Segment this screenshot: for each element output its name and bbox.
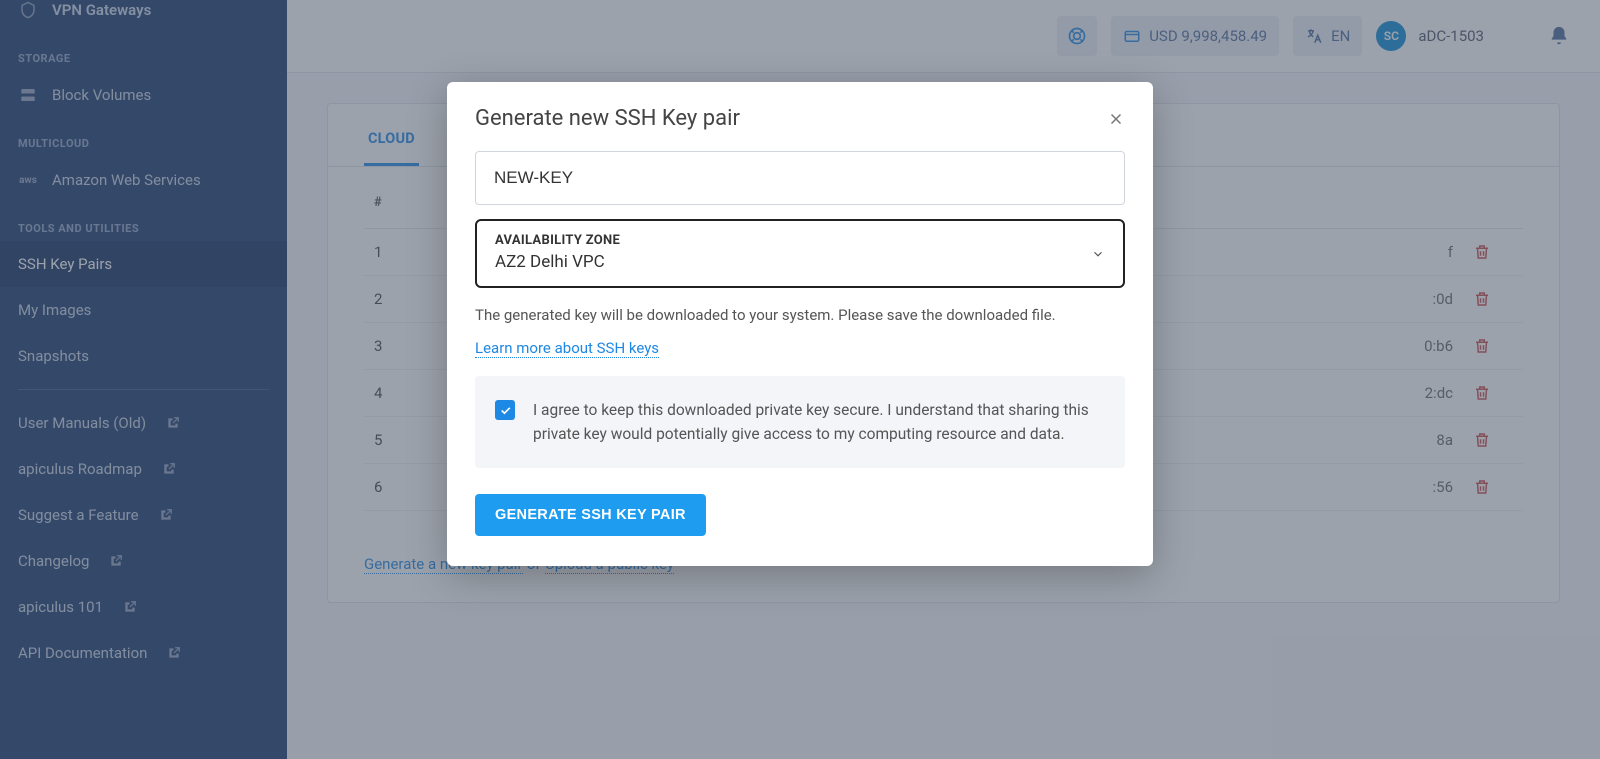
agreement-text: I agree to keep this downloaded private …: [533, 398, 1105, 446]
key-name-input[interactable]: [475, 151, 1125, 205]
generate-ssh-modal: Generate new SSH Key pair AVAILABILITY Z…: [447, 82, 1153, 566]
modal-overlay[interactable]: Generate new SSH Key pair AVAILABILITY Z…: [0, 0, 1600, 759]
download-hint: The generated key will be downloaded to …: [475, 306, 1125, 324]
chevron-down-icon: [1091, 247, 1105, 261]
generate-button[interactable]: GENERATE SSH KEY PAIR: [475, 494, 706, 536]
agreement-box: I agree to keep this downloaded private …: [475, 376, 1125, 468]
zone-label: AVAILABILITY ZONE: [495, 233, 1105, 248]
agreement-checkbox[interactable]: [495, 400, 515, 420]
zone-value: AZ2 Delhi VPC: [495, 252, 1105, 272]
availability-zone-select[interactable]: AVAILABILITY ZONE AZ2 Delhi VPC: [475, 219, 1125, 288]
modal-title: Generate new SSH Key pair: [475, 106, 740, 131]
learn-more-link[interactable]: Learn more about SSH keys: [475, 339, 659, 358]
close-button[interactable]: [1107, 110, 1125, 128]
